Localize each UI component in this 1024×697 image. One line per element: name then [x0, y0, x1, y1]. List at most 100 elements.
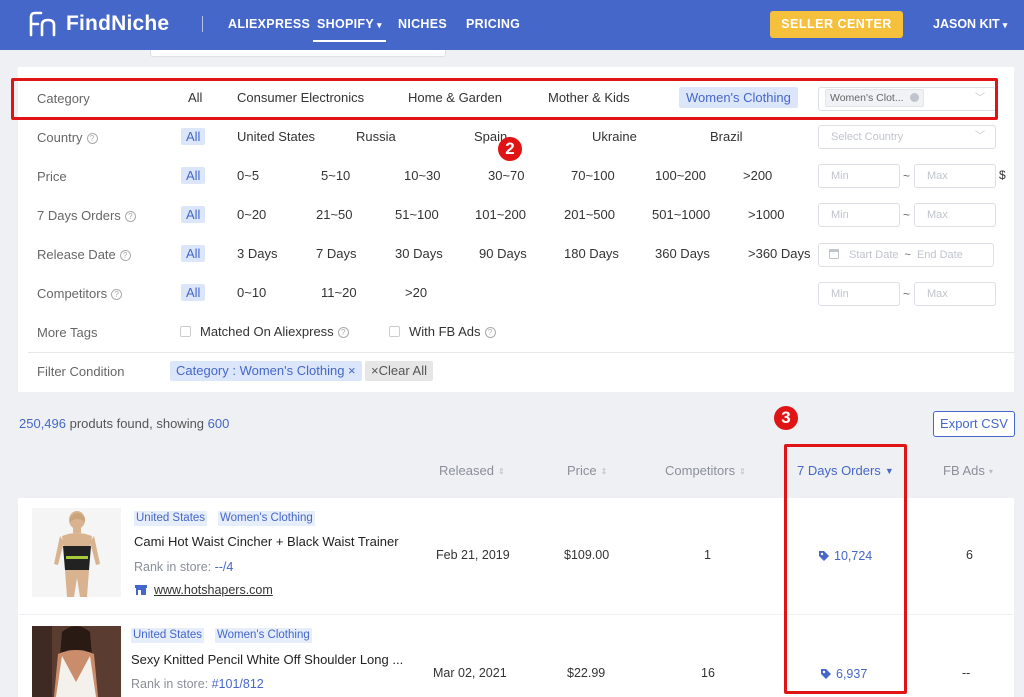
country-option-brazil[interactable]: Brazil [710, 129, 743, 144]
price-min-input[interactable]: Min [818, 164, 900, 188]
nav-shopify[interactable]: SHOPIFY ▾ [317, 17, 382, 31]
range-tilde: ~ [903, 287, 911, 301]
fb-ads-value: -- [962, 666, 971, 680]
orders-max-input[interactable]: Max [914, 203, 996, 227]
help-icon[interactable]: ? [124, 211, 136, 222]
column-fb-ads-label: FB Ads [943, 463, 985, 478]
release-option-180-days[interactable]: 180 Days [564, 246, 619, 261]
matched-aliexpress-checkbox[interactable]: Matched On Aliexpress? [180, 324, 349, 339]
product-name[interactable]: Sexy Knitted Pencil White Off Shoulder L… [131, 652, 403, 667]
release-option-360-plus[interactable]: >360 Days [748, 246, 811, 261]
price-option-all[interactable]: All [181, 167, 206, 184]
release-option-3-days[interactable]: 3 Days [237, 246, 277, 261]
fb-ads-label: With FB Ads [409, 324, 481, 339]
user-menu[interactable]: JASON KIT ▾ [933, 17, 1007, 31]
top-nav: FindNiche ALIEXPRESS SHOPIFY ▾ NICHES PRI… [0, 0, 1024, 50]
country-option-russia[interactable]: Russia [356, 129, 396, 144]
price-option-5-10[interactable]: 5~10 [321, 168, 350, 183]
store-icon [135, 585, 147, 595]
rank-label: Rank in store: [134, 560, 215, 574]
country-option-us[interactable]: United States [237, 129, 315, 144]
rank-label: Rank in store: [131, 677, 212, 691]
competitors-option-all[interactable]: All [181, 284, 206, 301]
checkbox-icon [389, 326, 400, 337]
price-option-10-30[interactable]: 10~30 [404, 168, 441, 183]
category-chip[interactable]: Women's Clothing [215, 628, 312, 643]
product-photo-white-dress [32, 626, 121, 697]
country-option-ukraine[interactable]: Ukraine [592, 129, 637, 144]
competitors-max-input[interactable]: Max [914, 282, 996, 306]
column-released[interactable]: Released ⇕ [439, 463, 505, 478]
caret-down-icon: ▾ [376, 20, 382, 30]
clear-all-button[interactable]: ×Clear All [365, 361, 433, 381]
caret-down-icon: ▾ [988, 467, 993, 476]
price-option-200-plus[interactable]: >200 [743, 168, 772, 183]
competitors-option-0-10[interactable]: 0~10 [237, 285, 266, 300]
category-chip[interactable]: Women's Clothing [218, 511, 315, 526]
annotation-badge-2: 2 [498, 137, 522, 161]
active-filter-tag[interactable]: Category : Women's Clothing × [170, 361, 362, 381]
release-option-30-days[interactable]: 30 Days [395, 246, 443, 261]
orders-option-21-50[interactable]: 21~50 [316, 207, 353, 222]
column-fb-ads[interactable]: FB Ads ▾ [943, 463, 993, 478]
highlight-box-orders-column [784, 444, 907, 694]
product-name[interactable]: Cami Hot Waist Cincher + Black Waist Tra… [134, 534, 399, 549]
rank-value: --/4 [214, 560, 234, 574]
highlight-box-category [11, 78, 998, 120]
product-image[interactable] [32, 508, 121, 597]
logo[interactable]: FindNiche [28, 11, 169, 37]
orders-option-501-1000[interactable]: 501~1000 [652, 207, 710, 222]
orders-option-all[interactable]: All [181, 206, 206, 223]
country-select[interactable]: Select Country ﹀ [818, 125, 996, 149]
price-max-input[interactable]: Max [914, 164, 996, 188]
range-tilde: ~ [903, 169, 911, 183]
export-csv-button[interactable]: Export CSV [933, 411, 1015, 437]
country-option-all[interactable]: All [181, 128, 206, 145]
help-icon[interactable]: ? [86, 133, 98, 144]
nav-aliexpress[interactable]: ALIEXPRESS [228, 17, 310, 31]
orders-option-0-20[interactable]: 0~20 [237, 207, 266, 222]
store-link[interactable]: www.hotshapers.com [135, 583, 273, 597]
seller-center-button[interactable]: SELLER CENTER [770, 11, 903, 38]
orders-min-input[interactable]: Min [818, 203, 900, 227]
column-competitors[interactable]: Competitors ⇕ [665, 463, 746, 478]
price-option-30-70[interactable]: 30~70 [488, 168, 525, 183]
price-option-70-100[interactable]: 70~100 [571, 168, 615, 183]
competitors-min-input[interactable]: Min [818, 282, 900, 306]
results-showing: 600 [207, 416, 230, 431]
orders-option-1000-plus[interactable]: >1000 [748, 207, 785, 222]
release-option-all[interactable]: All [181, 245, 206, 262]
help-icon[interactable]: ? [337, 327, 349, 338]
column-competitors-label: Competitors [665, 463, 736, 478]
product-image[interactable] [32, 626, 121, 697]
orders-option-51-100[interactable]: 51~100 [395, 207, 439, 222]
sort-icon: ⇕ [497, 467, 505, 476]
range-tilde: ~ [904, 249, 911, 261]
nav-pricing[interactable]: PRICING [466, 17, 520, 31]
competitors-option-11-20[interactable]: 11~20 [321, 285, 357, 300]
help-icon[interactable]: ? [119, 250, 131, 261]
fb-ads-value: 6 [966, 548, 973, 562]
release-option-90-days[interactable]: 90 Days [479, 246, 527, 261]
checkbox-icon [180, 326, 191, 337]
country-chip[interactable]: United States [134, 511, 208, 526]
matched-aliexpress-label: Matched On Aliexpress [200, 324, 334, 339]
released-date: Feb 21, 2019 [436, 548, 510, 562]
nav-niches[interactable]: NICHES [398, 17, 447, 31]
price-option-0-5[interactable]: 0~5 [237, 168, 259, 183]
fb-ads-checkbox[interactable]: With FB Ads? [389, 324, 496, 339]
competitors-option-20-plus[interactable]: >20 [405, 285, 427, 300]
help-icon[interactable]: ? [111, 289, 123, 300]
release-date-range[interactable]: Start Date ~ End Date [818, 243, 994, 267]
orders-option-201-500[interactable]: 201~500 [564, 207, 615, 222]
release-option-7-days[interactable]: 7 Days [316, 246, 356, 261]
orders-option-101-200[interactable]: 101~200 [475, 207, 526, 222]
results-count: 250,496 [19, 416, 66, 431]
price-option-100-200[interactable]: 100~200 [655, 168, 706, 183]
release-option-360-days[interactable]: 360 Days [655, 246, 710, 261]
help-icon[interactable]: ? [484, 327, 496, 338]
competitors-value: 16 [701, 666, 715, 680]
rank-in-store: Rank in store: --/4 [134, 560, 233, 574]
column-price[interactable]: Price ⇕ [567, 463, 607, 478]
country-chip[interactable]: United States [131, 628, 205, 643]
